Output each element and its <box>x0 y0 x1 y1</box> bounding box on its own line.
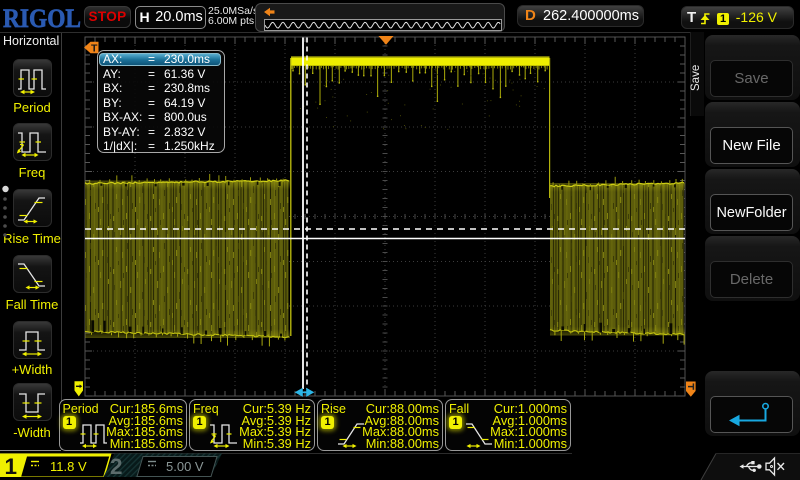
svg-text:5.00 V: 5.00 V <box>166 459 204 474</box>
svg-text:2: 2 <box>110 454 123 479</box>
svg-text:1: 1 <box>5 454 18 479</box>
svg-text:11.8 V: 11.8 V <box>50 459 87 474</box>
